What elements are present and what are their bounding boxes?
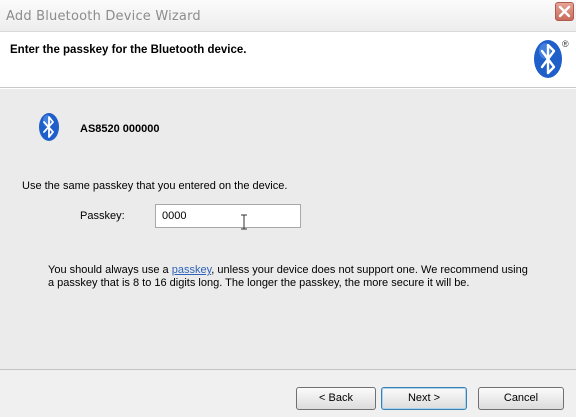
- registered-mark: ®: [562, 39, 569, 49]
- device-name: AS8520 000000: [80, 123, 160, 135]
- close-button[interactable]: [555, 2, 574, 21]
- note-text-start: You should always use a: [48, 264, 172, 276]
- wizard-footer: < Back Next > Cancel: [0, 369, 576, 417]
- wizard-body: AS8520 000000 Use the same passkey that …: [0, 89, 576, 369]
- instruction-text: Use the same passkey that you entered on…: [22, 180, 288, 192]
- title-bar: Add Bluetooth Device Wizard: [0, 0, 576, 32]
- bluetooth-icon: ®: [534, 39, 569, 78]
- passkey-link[interactable]: passkey: [172, 264, 212, 276]
- close-icon: [558, 5, 571, 18]
- passkey-note: You should always use a passkey, unless …: [48, 264, 528, 290]
- cancel-button[interactable]: Cancel: [478, 387, 564, 410]
- page-title: Enter the passkey for the Bluetooth devi…: [10, 44, 247, 56]
- text-cursor-icon: [241, 214, 247, 230]
- wizard-header: Enter the passkey for the Bluetooth devi…: [0, 32, 576, 88]
- back-button[interactable]: < Back: [296, 387, 376, 410]
- window-title: Add Bluetooth Device Wizard: [6, 9, 201, 24]
- bluetooth-icon: [39, 113, 59, 141]
- passkey-label: Passkey:: [80, 210, 125, 222]
- passkey-input[interactable]: [155, 204, 301, 228]
- next-button[interactable]: Next >: [381, 387, 467, 410]
